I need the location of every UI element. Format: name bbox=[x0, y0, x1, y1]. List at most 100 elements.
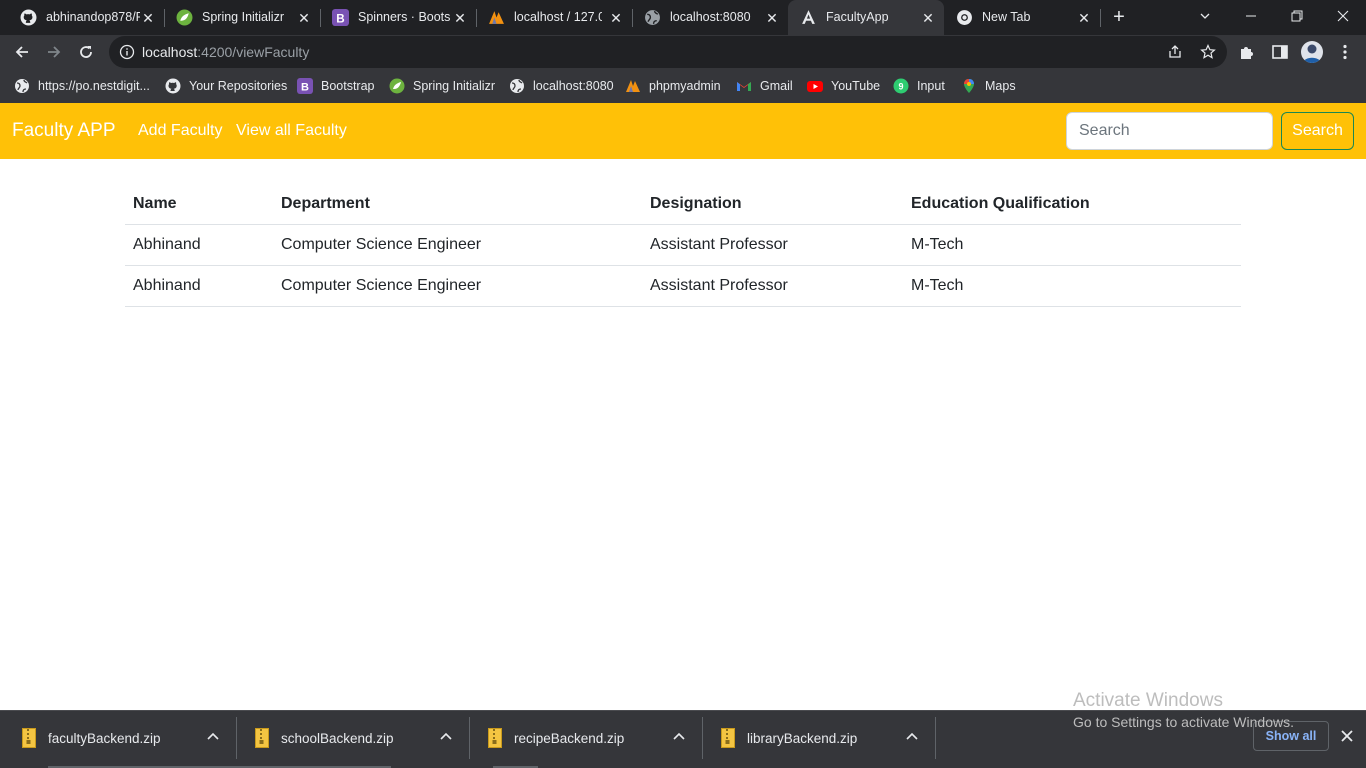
cell-name: Abhinand bbox=[125, 265, 273, 307]
zip-file-icon bbox=[22, 728, 36, 748]
tab-title: Spinners · Bootstr bbox=[358, 10, 450, 24]
svg-text:B: B bbox=[336, 12, 344, 25]
download-divider bbox=[935, 717, 936, 759]
close-icon[interactable]: ✕ bbox=[764, 10, 780, 26]
reload-button[interactable] bbox=[73, 39, 99, 65]
search-button[interactable]: Search bbox=[1281, 112, 1354, 150]
close-icon[interactable] bbox=[1338, 727, 1356, 745]
tab-divider bbox=[1100, 9, 1101, 27]
nav-add-faculty[interactable]: Add Faculty bbox=[138, 122, 222, 140]
column-header-department: Department bbox=[273, 183, 642, 225]
tab-facultyapp[interactable]: FacultyApp ✕ bbox=[788, 0, 944, 35]
chevron-up-icon[interactable] bbox=[904, 729, 920, 745]
restore-icon bbox=[1291, 10, 1303, 22]
activate-windows-watermark-title: Activate Windows bbox=[1073, 690, 1223, 711]
column-header-designation: Designation bbox=[642, 183, 903, 225]
tab-title: localhost:8080 bbox=[670, 10, 751, 24]
bookmark-gmail[interactable]: Gmail bbox=[736, 75, 793, 97]
search-input[interactable] bbox=[1066, 112, 1273, 150]
bookmark-label: Gmail bbox=[760, 79, 793, 93]
address-bar[interactable]: localhost:4200/viewFaculty bbox=[109, 36, 1227, 68]
star-icon[interactable] bbox=[1200, 44, 1216, 60]
cell-department: Computer Science Engineer bbox=[273, 224, 642, 266]
bookmark-youtube[interactable]: YouTube bbox=[807, 75, 880, 97]
bookmark-input[interactable]: 9 Input bbox=[893, 75, 945, 97]
more-menu-icon[interactable] bbox=[1336, 43, 1354, 61]
tab-github[interactable]: abhinandop878/F ✕ bbox=[8, 0, 164, 35]
close-icon[interactable]: ✕ bbox=[452, 10, 468, 26]
brand-link[interactable]: Faculty APP bbox=[12, 120, 116, 142]
maps-icon bbox=[961, 78, 977, 94]
url-path: :4200/viewFaculty bbox=[197, 44, 310, 60]
chevron-up-icon[interactable] bbox=[205, 729, 221, 745]
bookmark-spring-initializr[interactable]: Spring Initializr bbox=[389, 75, 495, 97]
tab-title: abhinandop878/F bbox=[46, 10, 140, 24]
bookmark-maps[interactable]: Maps bbox=[961, 75, 1016, 97]
reload-icon bbox=[80, 46, 92, 58]
tab-title: localhost / 127.0. bbox=[514, 10, 602, 24]
close-window-button[interactable] bbox=[1320, 0, 1366, 32]
tab-spring[interactable]: Spring Initializr ✕ bbox=[164, 0, 320, 35]
url-text[interactable]: localhost:4200/viewFaculty bbox=[142, 44, 309, 60]
cell-name: Abhinand bbox=[125, 224, 273, 266]
phpmyadmin-icon bbox=[625, 78, 641, 94]
bookmark-phpmyadmin[interactable]: phpmyadmin bbox=[625, 75, 721, 97]
close-icon[interactable]: ✕ bbox=[1076, 10, 1092, 26]
angular-icon bbox=[800, 9, 817, 26]
download-filename: recipeBackend.zip bbox=[514, 731, 625, 746]
cell-education-qualification: M-Tech bbox=[903, 224, 1241, 266]
globe-icon bbox=[14, 78, 30, 94]
download-item[interactable]: facultyBackend.zip bbox=[0, 717, 233, 761]
cell-designation: Assistant Professor bbox=[642, 265, 903, 307]
app-navbar: Faculty APP Add Faculty View all Faculty… bbox=[0, 103, 1366, 159]
table-header-row: Name Department Designation Education Qu… bbox=[125, 183, 1241, 225]
new-tab-button[interactable]: + bbox=[1109, 7, 1129, 27]
bookmark-label: https://po.nestdigit... bbox=[38, 79, 150, 93]
download-item[interactable]: recipeBackend.zip bbox=[466, 717, 699, 761]
tab-title: Spring Initializr bbox=[202, 10, 284, 24]
bookmark-nestdigital[interactable]: https://po.nestdigit... bbox=[14, 75, 150, 97]
tab-new-tab[interactable]: New Tab ✕ bbox=[944, 0, 1100, 35]
back-button[interactable] bbox=[9, 39, 35, 65]
bookmark-localhost-8080[interactable]: localhost:8080 bbox=[509, 75, 614, 97]
download-item[interactable]: schoolBackend.zip bbox=[233, 717, 466, 761]
bookmark-your-repositories[interactable]: Your Repositories bbox=[165, 75, 287, 97]
tab-search-button[interactable] bbox=[1182, 0, 1228, 32]
info-icon[interactable] bbox=[119, 44, 135, 60]
side-panel-icon[interactable] bbox=[1271, 43, 1289, 61]
bookmark-label: Spring Initializr bbox=[413, 79, 495, 93]
close-icon[interactable]: ✕ bbox=[140, 10, 156, 26]
forward-button[interactable] bbox=[41, 39, 67, 65]
chevron-up-icon[interactable] bbox=[438, 729, 454, 745]
tab-bootstrap-spinners[interactable]: B Spinners · Bootstr ✕ bbox=[320, 0, 476, 35]
chevron-up-icon[interactable] bbox=[671, 729, 687, 745]
bootstrap-icon: B bbox=[332, 9, 349, 26]
extensions-icon[interactable] bbox=[1238, 43, 1256, 61]
close-icon[interactable]: ✕ bbox=[608, 10, 624, 26]
download-filename: schoolBackend.zip bbox=[281, 731, 394, 746]
github-icon bbox=[165, 78, 181, 94]
spring-icon bbox=[176, 9, 193, 26]
nav-view-all-faculty[interactable]: View all Faculty bbox=[236, 122, 347, 140]
spring-icon bbox=[389, 78, 405, 94]
bookmark-label: phpmyadmin bbox=[649, 79, 721, 93]
download-item[interactable]: libraryBackend.zip bbox=[699, 717, 932, 761]
share-icon[interactable] bbox=[1167, 44, 1183, 60]
input-icon: 9 bbox=[893, 78, 909, 94]
bookmark-label: Maps bbox=[985, 79, 1016, 93]
bookmark-bootstrap[interactable]: B Bootstrap bbox=[297, 75, 375, 97]
bookmark-label: localhost:8080 bbox=[533, 79, 614, 93]
tab-localhost-8080[interactable]: localhost:8080 ✕ bbox=[632, 0, 788, 35]
bookmark-label: Bootstrap bbox=[321, 79, 375, 93]
close-icon[interactable]: ✕ bbox=[296, 10, 312, 26]
restore-button[interactable] bbox=[1274, 0, 1320, 32]
svg-text:9: 9 bbox=[898, 82, 903, 92]
youtube-icon bbox=[807, 78, 823, 94]
close-icon[interactable]: ✕ bbox=[920, 10, 936, 26]
cell-designation: Assistant Professor bbox=[642, 224, 903, 266]
browser-toolbar: localhost:4200/viewFaculty bbox=[0, 35, 1366, 69]
profile-avatar[interactable] bbox=[1301, 41, 1323, 63]
zip-file-icon bbox=[488, 728, 502, 748]
minimize-button[interactable] bbox=[1228, 0, 1274, 32]
tab-phpmyadmin[interactable]: localhost / 127.0. ✕ bbox=[476, 0, 632, 35]
